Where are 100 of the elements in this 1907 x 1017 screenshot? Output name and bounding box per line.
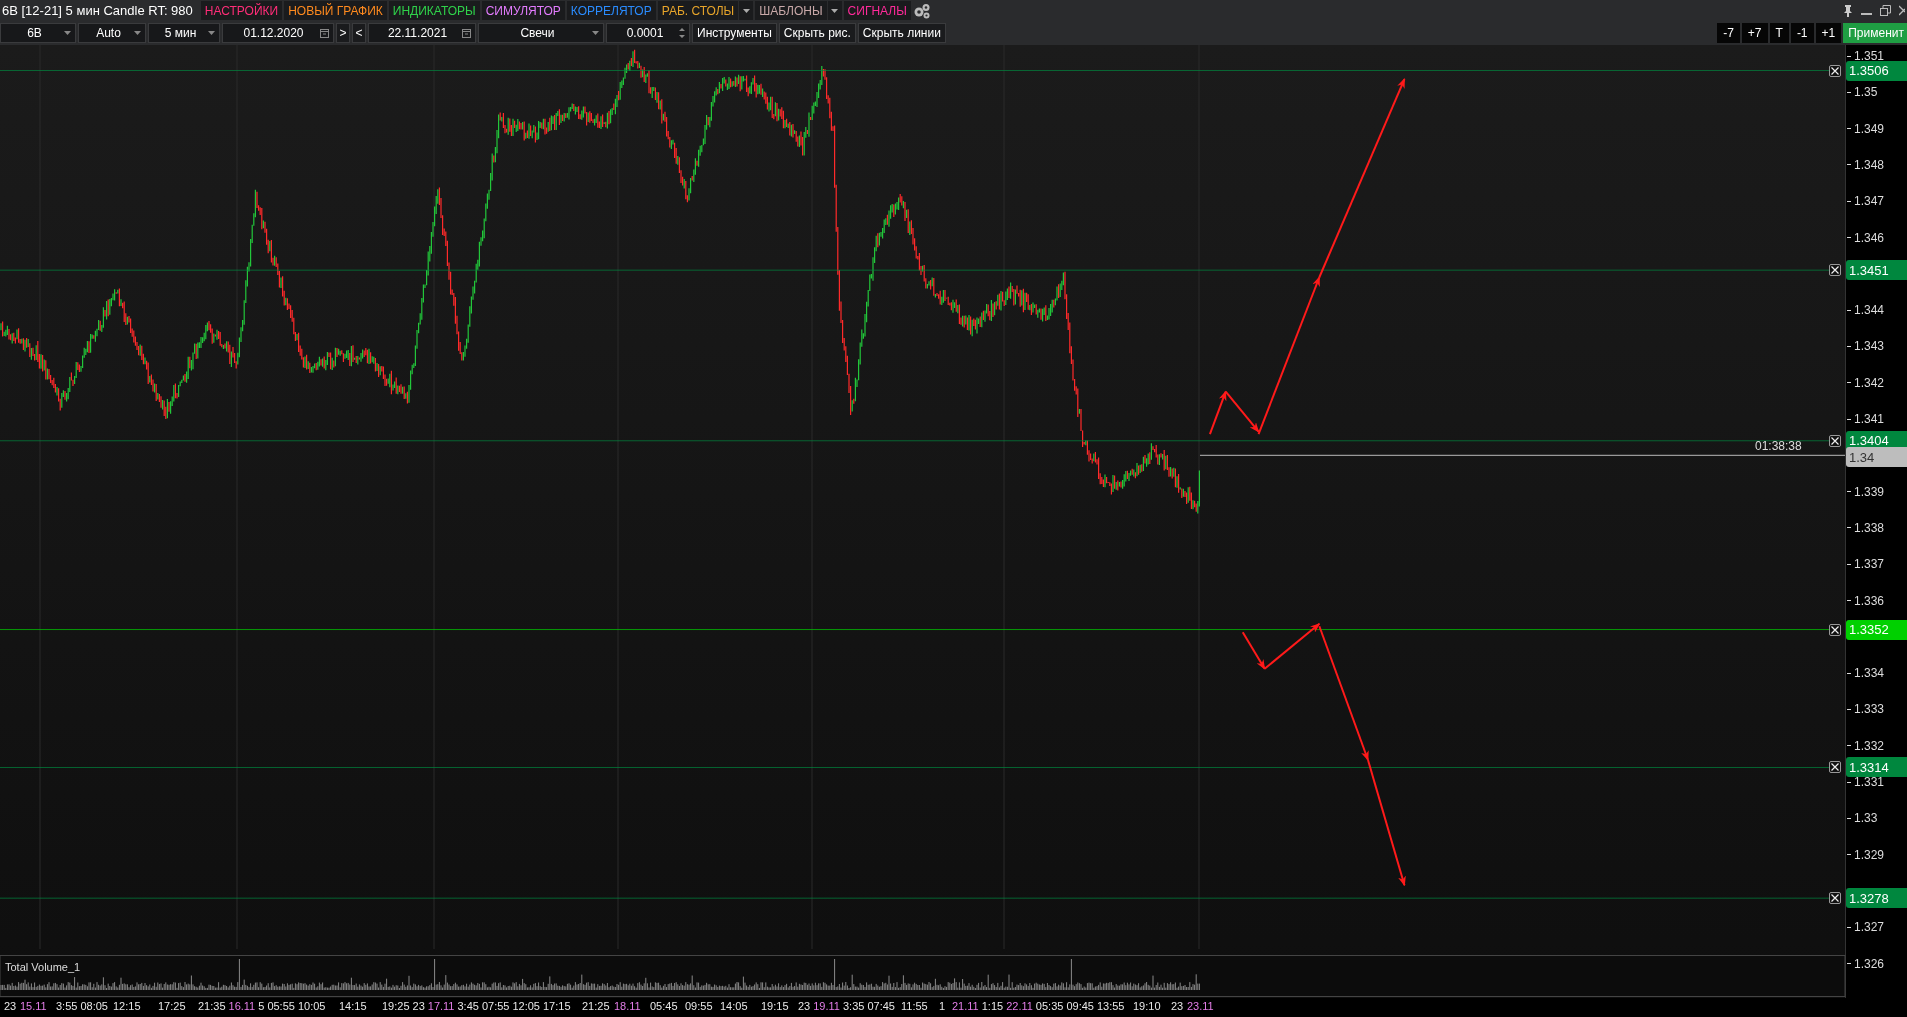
caret-icon — [592, 31, 599, 35]
time-axis-label: 11:55 — [901, 1000, 928, 1012]
remove-level-button[interactable] — [1829, 264, 1841, 277]
calendar-icon[interactable] — [320, 28, 329, 38]
date-axis-label: 17.11 — [427, 1000, 455, 1012]
price-tick-label: 1.337 — [1847, 557, 1885, 572]
dropdown-button[interactable] — [827, 1, 842, 20]
price-tick-label: 1.332 — [1847, 738, 1885, 753]
time-axis-label: 12:05 — [512, 1000, 540, 1012]
time-axis-label: 09:55 — [685, 1000, 713, 1012]
time-axis-label: 23 — [1171, 1000, 1184, 1012]
price-tick-label: 1.33 — [1847, 811, 1878, 826]
price-tick-label: 1.349 — [1847, 121, 1885, 136]
price-tick-label: 1.326 — [1847, 956, 1885, 971]
date-field[interactable]: 01.12.2020 — [222, 23, 334, 43]
price-tick-label: 1.341 — [1847, 412, 1885, 426]
time-axis-label: 17:15 — [543, 1000, 571, 1012]
date-axis-label: 22.11 — [1006, 1000, 1033, 1012]
price-tick-label: 1.346 — [1847, 230, 1885, 245]
caret-icon — [742, 8, 750, 13]
time-axis-label: 19:15 — [761, 1000, 789, 1012]
price-tick-label: 1.334 — [1847, 666, 1885, 681]
price-tick-label: 1.344 — [1847, 303, 1885, 318]
shift-button[interactable]: -1 — [1790, 23, 1814, 43]
caret-icon — [64, 31, 71, 35]
date-axis-label: 19.11 — [813, 1000, 840, 1012]
time-axis-label: 19:10 — [1133, 1000, 1161, 1012]
time-axis-label: 3:55 — [56, 1000, 78, 1012]
date-field[interactable]: 22.11.2021 — [368, 23, 476, 43]
shift-button[interactable]: -7 — [1717, 23, 1740, 43]
price-tick-label: 1.327 — [1847, 920, 1885, 935]
price-tick-label: 1.35 — [1847, 85, 1878, 100]
price-tick-label: 1.333 — [1847, 702, 1885, 717]
level-price-label: 1.3352 — [1846, 619, 1907, 640]
menu-button[interactable]: КОРРЕЛЯТОР — [566, 1, 656, 20]
dropdown-field[interactable]: Свечи — [478, 23, 604, 43]
menu-button[interactable]: СИГНАЛЫ — [843, 1, 911, 20]
menu-button[interactable]: ИНДИКАТОРЫ — [388, 1, 480, 20]
time-axis-label: 19:25 — [382, 1000, 410, 1012]
number-field[interactable]: 0.0001 — [606, 23, 690, 43]
time-axis-label: 1:15 — [981, 1000, 1004, 1012]
time-axis-label: 23 — [798, 1000, 811, 1012]
toolbar-button[interactable]: Инструменты — [692, 23, 777, 43]
menu-button[interactable]: НОВЫЙ ГРАФИК — [284, 1, 387, 20]
time-axis-label: 14:15 — [339, 1000, 367, 1012]
time-axis-label: 05:55 — [267, 1000, 295, 1012]
time-axis-label: 5 — [258, 1000, 265, 1012]
time-axis-label: 14:05 — [720, 1000, 748, 1012]
price-tick-label: 1.336 — [1847, 593, 1885, 608]
price-tick-label: 1.331 — [1847, 775, 1885, 789]
current-price-label: 1.34 — [1846, 447, 1907, 468]
toolbar-button[interactable]: Скрыть рис. — [778, 23, 856, 43]
time-axis-label: 10:05 — [297, 1000, 326, 1012]
dropdown-field[interactable]: 5 мин — [148, 23, 220, 43]
menu-button[interactable]: ШАБЛОНЫ — [755, 1, 827, 20]
gears-icon[interactable] — [912, 2, 931, 19]
caret-icon — [208, 31, 215, 35]
date-axis-label: 15.11 — [20, 1000, 47, 1012]
close-icon[interactable] — [1899, 5, 1905, 16]
time-axis-label: 23 — [4, 1000, 17, 1012]
menu-button[interactable]: РАБ. СТОЛЫ — [657, 1, 739, 20]
remove-level-button[interactable] — [1829, 761, 1841, 774]
dropdown-button[interactable] — [739, 1, 754, 20]
date-axis-label: 16.11 — [228, 1000, 256, 1012]
price-tick-label: 1.342 — [1847, 375, 1885, 390]
shift-button[interactable]: +1 — [1815, 23, 1842, 43]
price-tick-label: 1.329 — [1847, 847, 1885, 862]
restore-icon[interactable] — [1880, 5, 1891, 16]
toolbar-button[interactable]: < — [352, 23, 366, 43]
dropdown-field[interactable]: Auto — [78, 23, 146, 43]
remove-level-button[interactable] — [1829, 623, 1841, 636]
time-axis-label: 09:45 — [1066, 1000, 1094, 1012]
spinner-arrows-icon[interactable] — [679, 27, 685, 39]
price-tick-label: 1.339 — [1847, 484, 1885, 499]
price-tick-label: 1.348 — [1847, 157, 1885, 172]
window-title: 6B [12-21] 5 мин Candle RT: 980 — [1, 3, 194, 18]
price-tick-label: 1.338 — [1847, 520, 1885, 535]
shift-button[interactable]: T — [1769, 23, 1789, 43]
remove-level-button[interactable] — [1829, 892, 1841, 905]
time-axis-label: 17:25 — [158, 1000, 186, 1012]
time-axis-label: 07:45 — [867, 1000, 895, 1012]
time-axis-label: 21:25 — [582, 1000, 610, 1012]
shift-button[interactable]: +7 — [1741, 23, 1768, 43]
date-axis-label: 21.11 — [952, 1000, 979, 1012]
menu-button[interactable]: НАСТРОЙКИ — [200, 1, 283, 20]
toolbar-button[interactable]: > — [336, 23, 350, 43]
time-axis-label: 23 — [412, 1000, 425, 1012]
remove-level-button[interactable] — [1829, 64, 1841, 77]
level-price-label: 1.3451 — [1846, 260, 1907, 281]
menu-button[interactable]: СИМУЛЯТОР — [481, 1, 565, 20]
toolbar-button[interactable]: Скрыть линии — [857, 23, 946, 43]
time-axis-label: 21:35 — [198, 1000, 226, 1012]
calendar-icon[interactable] — [462, 28, 471, 38]
time-axis-label: 05:35 — [1035, 1000, 1064, 1012]
remove-level-button[interactable] — [1829, 434, 1841, 447]
pin-icon[interactable] — [1843, 4, 1853, 17]
dropdown-field[interactable]: 6B — [0, 23, 76, 43]
price-level-line[interactable] — [0, 629, 1830, 631]
volume-pane-title: Total Volume_1 — [5, 961, 81, 973]
time-axis-label: 1 — [939, 1000, 946, 1012]
